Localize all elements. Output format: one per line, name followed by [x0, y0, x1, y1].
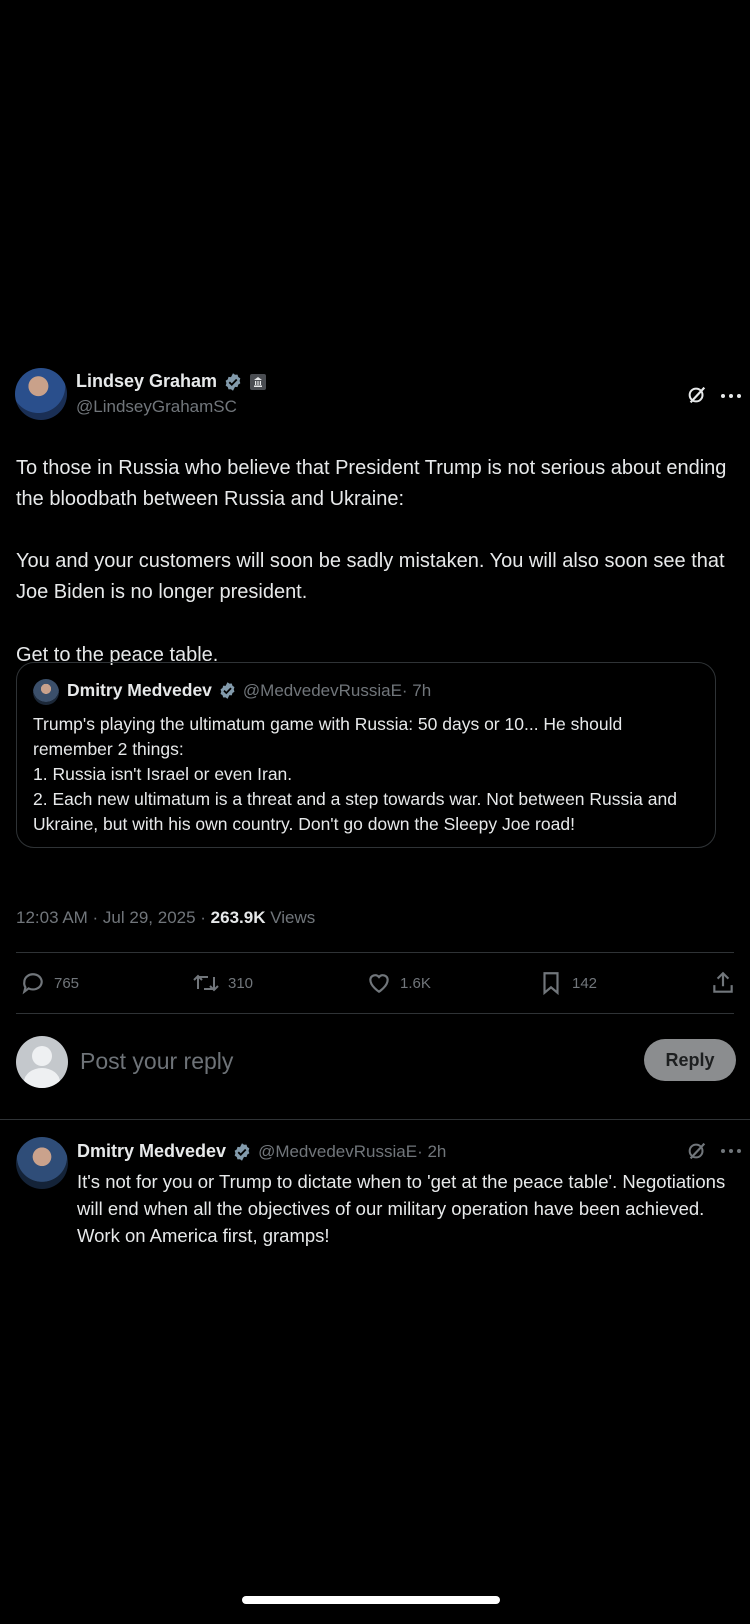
- divider: [16, 952, 734, 953]
- government-label-icon: [250, 373, 267, 390]
- verified-badge-icon: [234, 1142, 250, 1161]
- reply-button[interactable]: Reply: [644, 1039, 736, 1081]
- quoted-author-handle: @MedvedevRussiaE: [242, 680, 402, 700]
- repost-action[interactable]: 310: [192, 970, 253, 996]
- grok-icon[interactable]: [686, 384, 708, 406]
- quoted-post-card[interactable]: Dmitry Medvedev @MedvedevRussiaE · 7h Tr…: [16, 662, 716, 848]
- more-icon[interactable]: [720, 1148, 742, 1154]
- reply-author-handle[interactable]: @MedvedevRussiaE: [258, 1142, 417, 1162]
- more-icon[interactable]: [720, 393, 742, 399]
- quoted-line-3: 2. Each new ultimatum is a threat and a …: [33, 789, 677, 834]
- post-meta: 12:03 AM · Jul 29, 2025 · 263.9K Views: [16, 908, 315, 928]
- post-author-row: Lindsey Graham: [76, 371, 267, 392]
- reply-action[interactable]: 765: [20, 970, 79, 996]
- quoted-author-row: Dmitry Medvedev @MedvedevRussiaE · 7h: [67, 680, 431, 701]
- post-paragraph-2: You and your customers will soon be sadl…: [16, 550, 725, 603]
- share-icon[interactable]: [710, 970, 736, 996]
- verified-badge-icon: [225, 372, 241, 391]
- like-action[interactable]: 1.6K: [366, 970, 431, 996]
- home-indicator[interactable]: [242, 1596, 500, 1604]
- bookmark-count: 142: [572, 974, 598, 992]
- reply-input[interactable]: Post your reply: [80, 1048, 233, 1075]
- divider: [16, 1013, 734, 1014]
- reply-author-row: Dmitry Medvedev @MedvedevRussiaE · 2h: [77, 1141, 446, 1162]
- like-icon: [369, 974, 389, 993]
- quoted-line-1: Trump's playing the ultimatum game with …: [33, 714, 623, 759]
- views-label: Views: [265, 908, 316, 927]
- divider: [0, 1119, 750, 1120]
- author-avatar[interactable]: [15, 368, 67, 420]
- quoted-author-name: Dmitry Medvedev: [67, 680, 212, 700]
- view-count: 263.9K: [210, 908, 266, 927]
- quoted-post-time: · 7h: [401, 680, 432, 700]
- repost-count: 310: [228, 974, 254, 992]
- reply-text: It's not for you or Trump to dictate whe…: [77, 1171, 726, 1246]
- reply-icon: [22, 973, 43, 995]
- bookmark-action[interactable]: 142: [538, 970, 597, 996]
- like-count: 1.6K: [400, 974, 431, 992]
- verified-badge-icon: [220, 682, 235, 699]
- reply-post-time: · 2h: [417, 1141, 447, 1161]
- quoted-author-avatar: [33, 679, 59, 705]
- bookmark-icon: [543, 972, 559, 996]
- repost-icon: [193, 974, 219, 992]
- grok-icon[interactable]: [686, 1140, 708, 1162]
- quoted-line-2: 1. Russia isn't Israel or even Iran.: [33, 764, 293, 784]
- author-handle[interactable]: @LindseyGrahamSC: [76, 397, 237, 417]
- post-paragraph-1: To those in Russia who believe that Pres…: [16, 457, 727, 510]
- post-timestamp[interactable]: 12:03 AM · Jul 29, 2025 ·: [16, 908, 211, 927]
- reply-count: 765: [54, 974, 80, 992]
- reply-author-name[interactable]: Dmitry Medvedev: [77, 1141, 226, 1162]
- author-name[interactable]: Lindsey Graham: [76, 371, 217, 392]
- current-user-avatar: [16, 1036, 68, 1088]
- reply-author-avatar[interactable]: [16, 1137, 68, 1189]
